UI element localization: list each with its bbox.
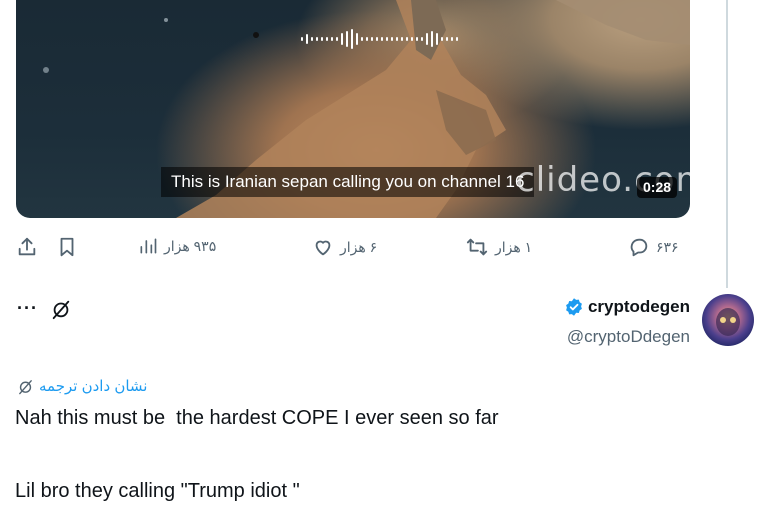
retweet-button[interactable]: ۱ هزار [465,236,532,258]
show-translation-link[interactable]: نشان دادن ترجمه [17,377,147,395]
grok-icon [52,300,70,320]
views-count: ۹۳۵ هزار [164,237,217,254]
verified-icon [566,298,582,316]
tweet-text-line: Nah this must be the hardest COPE I ever… [15,407,499,429]
avatar[interactable] [702,294,754,346]
bookmark-button[interactable] [56,236,78,258]
retweet-count: ۱ هزار [495,238,533,255]
author-handle[interactable]: @cryptoDdegen [567,327,690,347]
reply-count: ۶۳۶ [656,238,679,255]
more-options-button[interactable]: ··· [17,298,38,319]
video-duration: 0:28 [637,177,678,198]
video-player[interactable]: This is Iranian sepan calling you on cha… [16,0,690,218]
like-count: ۶ هزار [340,238,378,255]
reply-icon [630,238,648,257]
author-name-row[interactable]: cryptodegen [564,297,690,317]
reply-button[interactable]: ۶۳۶ [628,236,679,258]
share-icon [18,237,36,256]
like-button[interactable]: ۶ هزار [312,236,377,258]
retweet-icon [466,238,488,256]
translate-icon [19,379,32,394]
bookmark-icon [60,237,74,257]
avatar-image [702,294,754,346]
translate-label[interactable]: نشان دادن ترجمه [39,377,147,395]
views-icon [140,238,157,254]
grok-button[interactable] [50,298,72,325]
share-button[interactable] [16,236,38,258]
tweet-actions: ۹۳۵ هزار ۶ هزار ۱ هزار ۶۳۶ [0,236,765,264]
like-icon [315,240,331,256]
audio-waveform [301,29,458,49]
tweet-text-line: Lil bro they calling "Trump idiot " [15,480,300,502]
video-caption: This is Iranian sepan calling you on cha… [161,167,535,197]
author-display-name[interactable]: cryptodegen [588,297,690,317]
views-button[interactable]: ۹۳۵ هزار [138,236,216,256]
